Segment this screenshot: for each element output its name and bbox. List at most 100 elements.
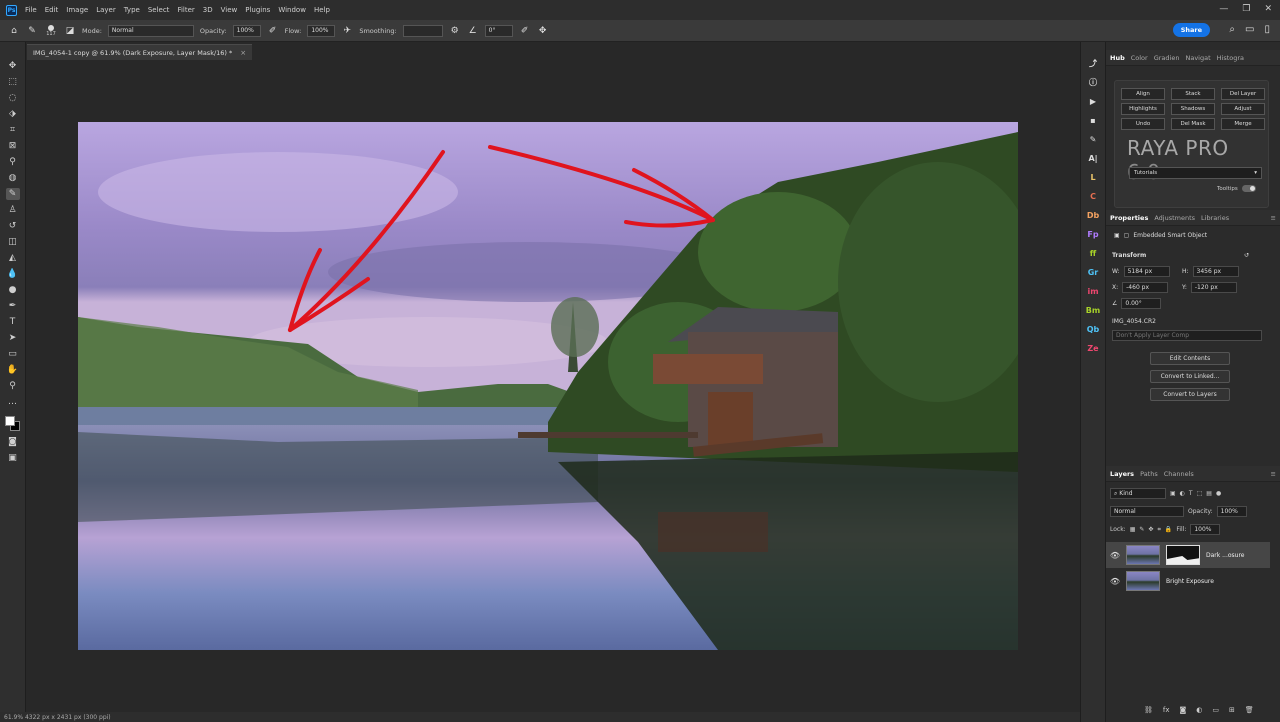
- menu-edit[interactable]: Edit: [41, 6, 63, 14]
- x-field[interactable]: -460 px: [1122, 282, 1169, 293]
- angle-field[interactable]: 0.00°: [1121, 298, 1162, 309]
- layer-opacity-field[interactable]: 100%: [1216, 506, 1247, 517]
- height-field[interactable]: 3456 px: [1192, 266, 1239, 277]
- align-button[interactable]: Align: [1121, 88, 1165, 100]
- plugin-fp-icon[interactable]: Fp: [1086, 227, 1100, 241]
- menu-select[interactable]: Select: [144, 6, 174, 14]
- adjust-button[interactable]: Adjust: [1221, 103, 1265, 115]
- eyedropper-tool-icon[interactable]: ⚲: [6, 156, 20, 168]
- gear-icon[interactable]: ⚙: [449, 25, 461, 37]
- close-document-icon[interactable]: ×: [240, 49, 246, 57]
- tab-libraries[interactable]: Libraries: [1201, 214, 1229, 222]
- new-layer-icon[interactable]: ⊞: [1229, 706, 1235, 714]
- tooltips-toggle[interactable]: [1241, 185, 1256, 192]
- photo-canvas[interactable]: [78, 122, 1018, 650]
- panel-menu-icon[interactable]: ≡: [1271, 214, 1276, 222]
- history-panel-icon[interactable]: ⤴: [1086, 56, 1100, 70]
- pen-tool-icon[interactable]: ✒: [6, 300, 20, 312]
- lasso-tool-icon[interactable]: ◌: [6, 92, 20, 104]
- flow-field[interactable]: 100%: [307, 24, 336, 37]
- plugin-c-icon[interactable]: C: [1086, 189, 1100, 203]
- minimize-icon[interactable]: —: [1219, 4, 1228, 14]
- lock-paint-icon[interactable]: ✎: [1139, 526, 1144, 533]
- character-panel-icon[interactable]: A|: [1086, 151, 1100, 165]
- home-icon[interactable]: ⌂: [8, 25, 20, 37]
- filter-pixel-icon[interactable]: ▣: [1170, 490, 1176, 497]
- opacity-field[interactable]: 100%: [232, 24, 261, 37]
- color-swatches[interactable]: [4, 416, 21, 432]
- zoom-tool-icon[interactable]: ⚲: [6, 380, 20, 392]
- lock-position-icon[interactable]: ✥: [1148, 526, 1153, 533]
- new-adjustment-icon[interactable]: ◐: [1196, 706, 1202, 714]
- visibility-eye-icon[interactable]: 👁: [1108, 577, 1122, 586]
- tab-color[interactable]: Color: [1131, 54, 1148, 62]
- menu-layer[interactable]: Layer: [92, 6, 120, 14]
- filter-type-icon[interactable]: T: [1189, 490, 1193, 497]
- search-icon[interactable]: ⌕: [1229, 24, 1235, 35]
- tab-adjustments[interactable]: Adjustments: [1154, 214, 1195, 222]
- plugin-qb-icon[interactable]: Qb: [1086, 322, 1100, 336]
- canvas-area[interactable]: [27, 60, 1070, 712]
- path-select-tool-icon[interactable]: ➤: [6, 332, 20, 344]
- del-mask-button[interactable]: Del Mask: [1171, 118, 1215, 130]
- menu-view[interactable]: View: [217, 6, 242, 14]
- frame-tool-icon[interactable]: ⊠: [6, 140, 20, 152]
- brush-tool-icon[interactable]: ✎: [26, 25, 38, 37]
- symmetry-icon[interactable]: ✥: [537, 25, 549, 37]
- tab-channels[interactable]: Channels: [1164, 470, 1194, 478]
- foreground-color-swatch[interactable]: [4, 416, 15, 426]
- smoothing-field[interactable]: [402, 24, 443, 37]
- type-tool-icon[interactable]: T: [6, 316, 20, 328]
- quick-mask-icon[interactable]: ◙: [6, 436, 20, 448]
- history-brush-tool-icon[interactable]: ↺: [6, 220, 20, 232]
- filter-shape-icon[interactable]: ⬚: [1197, 490, 1203, 497]
- blend-mode-select[interactable]: Normal: [1110, 506, 1184, 517]
- document-tab[interactable]: IMG_4054-1 copy @ 61.9% (Dark Exposure, …: [27, 44, 253, 60]
- filter-toggle-icon[interactable]: ●: [1216, 490, 1221, 497]
- screen-mode-icon[interactable]: ▣: [6, 452, 20, 464]
- convert-to-linked-button[interactable]: Convert to Linked...: [1150, 370, 1230, 383]
- actions-panel-icon[interactable]: ▶: [1086, 94, 1100, 108]
- blur-tool-icon[interactable]: 💧: [6, 268, 20, 280]
- add-mask-icon[interactable]: ◙: [1180, 706, 1187, 714]
- tab-properties[interactable]: Properties: [1110, 214, 1148, 222]
- menu-filter[interactable]: Filter: [173, 6, 198, 14]
- mode-select[interactable]: Normal: [107, 24, 194, 37]
- menu-window[interactable]: Window: [274, 6, 310, 14]
- brush-panel-icon[interactable]: ✎: [1086, 132, 1100, 146]
- paint-bucket-tool-icon[interactable]: ◭: [6, 252, 20, 264]
- airbrush-icon[interactable]: ✈: [341, 25, 353, 37]
- kind-filter-select[interactable]: ⌕ Kind: [1110, 488, 1166, 499]
- share-button[interactable]: Share: [1172, 23, 1210, 37]
- pressure-opacity-icon[interactable]: ✐: [267, 25, 279, 37]
- move-tool-icon[interactable]: ✥: [6, 60, 20, 72]
- brush-settings-icon[interactable]: ◪: [64, 25, 76, 37]
- plugin-bm-icon[interactable]: Bm: [1086, 303, 1100, 317]
- link-layers-icon[interactable]: ⛓: [1144, 706, 1153, 714]
- plugin-db-icon[interactable]: Db: [1086, 208, 1100, 222]
- restore-icon[interactable]: ❐: [1242, 4, 1250, 14]
- dodge-tool-icon[interactable]: ●: [6, 284, 20, 296]
- stack-button[interactable]: Stack: [1171, 88, 1215, 100]
- visibility-eye-icon[interactable]: 👁: [1108, 551, 1122, 560]
- layer-comp-select[interactable]: Don't Apply Layer Comp: [1112, 330, 1262, 341]
- more-tools-icon[interactable]: …: [6, 396, 20, 408]
- fill-field[interactable]: 100%: [1190, 524, 1221, 535]
- plugin-panel-icon[interactable]: ▪: [1086, 113, 1100, 127]
- tab-paths[interactable]: Paths: [1140, 470, 1158, 478]
- lock-pixels-icon[interactable]: ▦: [1130, 526, 1136, 533]
- plugin-ze-icon[interactable]: Ze: [1086, 341, 1100, 355]
- tab-navigator[interactable]: Navigat: [1185, 54, 1210, 62]
- convert-to-layers-button[interactable]: Convert to Layers: [1150, 388, 1230, 401]
- healing-brush-tool-icon[interactable]: ◍: [6, 172, 20, 184]
- hand-tool-icon[interactable]: ✋: [6, 364, 20, 376]
- tutorials-select[interactable]: Tutorials ▾: [1129, 167, 1262, 179]
- width-field[interactable]: 5184 px: [1123, 266, 1170, 277]
- eraser-tool-icon[interactable]: ◫: [6, 236, 20, 248]
- menu-plugins[interactable]: Plugins: [241, 6, 274, 14]
- close-window-icon[interactable]: ✕: [1264, 4, 1272, 14]
- plugin-gr-icon[interactable]: Gr: [1086, 265, 1100, 279]
- pressure-size-icon[interactable]: ✐: [519, 25, 531, 37]
- plugin-l-icon[interactable]: L: [1086, 170, 1100, 184]
- fx-icon[interactable]: fx: [1163, 706, 1170, 714]
